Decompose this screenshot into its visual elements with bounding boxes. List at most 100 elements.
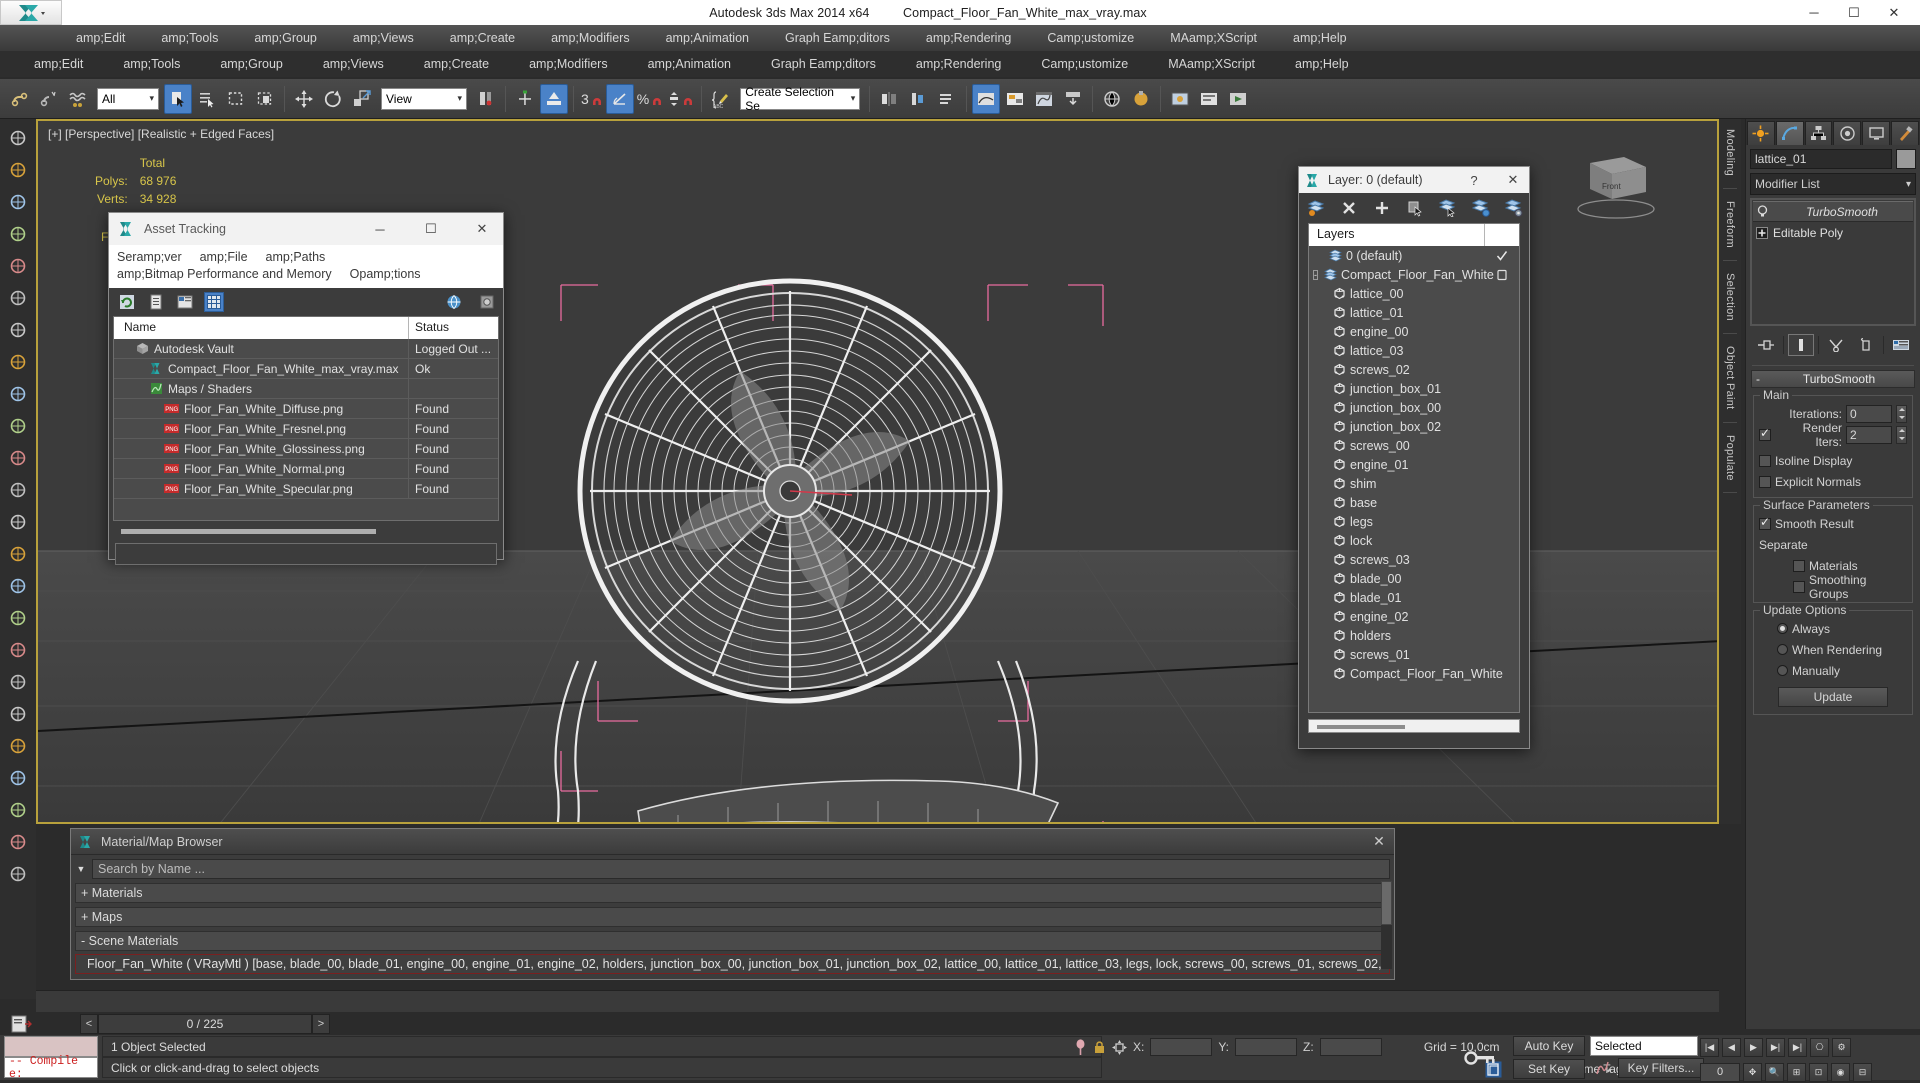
layer-table-row[interactable]: engine_02 — [1309, 607, 1519, 626]
menu-item-4[interactable]: amp;Create — [432, 31, 533, 45]
right-tab-selection[interactable]: Selection — [1724, 263, 1736, 331]
menu2-item-8[interactable]: amp;Rendering — [896, 57, 1021, 71]
asset-table-hscrollbar[interactable] — [115, 526, 497, 538]
asset-table-row[interactable]: PNG Floor_Fan_White_Fresnel.png Found — [114, 419, 498, 439]
layer-table-row[interactable]: lattice_01 — [1309, 303, 1519, 322]
highlight-layer-icon[interactable] — [1471, 198, 1491, 218]
modifier-stack[interactable]: TurboSmooth Editable Poly — [1750, 198, 1916, 326]
layer-dialog-close[interactable]: ✕ — [1497, 167, 1529, 193]
layer-table-row[interactable]: lattice_00 — [1309, 284, 1519, 303]
layer-dialog-titlebar[interactable]: Layer: 0 (default) ? ✕ — [1299, 167, 1529, 193]
use-pivot-center-icon[interactable] — [472, 84, 500, 114]
absolute-relative-transform-icon[interactable] — [1112, 1039, 1127, 1055]
right-tab-modeling[interactable]: Modeling — [1724, 119, 1736, 186]
scene-material-item[interactable]: Floor_Fan_White ( VRayMtl ) [base, blade… — [75, 954, 1390, 974]
light-icon[interactable] — [3, 347, 33, 377]
select-object-icon[interactable] — [3, 123, 33, 153]
maxscript-mini-listener[interactable]: -- Compile e: — [4, 1036, 98, 1081]
utilities-tab[interactable] — [1891, 121, 1919, 145]
stairs-icon[interactable] — [3, 635, 33, 665]
layer-table-row[interactable]: - Compact_Floor_Fan_White — [1309, 265, 1519, 284]
delete-layer-icon[interactable] — [1339, 198, 1359, 218]
smooth-result-checkbox[interactable] — [1759, 515, 1771, 530]
pin-stack-icon[interactable] — [1753, 334, 1779, 356]
select-object-icon[interactable] — [164, 83, 192, 114]
spacewarp-icon[interactable] — [3, 507, 33, 537]
time-slider[interactable]: < 0 / 225 > — [80, 1013, 330, 1035]
open-mini-curve-editor-icon[interactable] — [4, 1012, 40, 1036]
minimize-button[interactable]: ─ — [1794, 0, 1834, 25]
select-and-move-icon[interactable] — [290, 84, 318, 114]
asset-table-row[interactable]: PNG Floor_Fan_White_Normal.png Found — [114, 459, 498, 479]
compound-icon[interactable] — [3, 731, 33, 761]
material-browser-titlebar[interactable]: Material/Map Browser ✕ — [71, 829, 1394, 855]
expand-plus-icon[interactable] — [1756, 226, 1768, 239]
object-name-field[interactable]: lattice_01 — [1750, 149, 1892, 169]
globe-icon[interactable] — [444, 292, 464, 312]
right-tab-object-paint[interactable]: Object Paint — [1724, 336, 1736, 420]
align-icon[interactable] — [904, 84, 932, 114]
menu2-item-0[interactable]: amp;Edit — [14, 57, 103, 71]
menu2-item-3[interactable]: amp;Views — [303, 57, 404, 71]
menu-item-6[interactable]: amp;Animation — [648, 31, 767, 45]
filter-icon[interactable]: ▼ — [75, 864, 87, 874]
window-crossing-toggle-icon[interactable] — [251, 84, 279, 114]
asset-menu-menus_row1-2[interactable]: amp;Paths — [266, 249, 326, 266]
layer-table-row[interactable]: Compact_Floor_Fan_White — [1309, 664, 1519, 683]
render-production-icon[interactable] — [1127, 84, 1155, 114]
layer-table-row[interactable]: legs — [1309, 512, 1519, 531]
layer-table-row[interactable]: junction_box_02 — [1309, 417, 1519, 436]
particle-icon[interactable] — [3, 571, 33, 601]
isoline-display-checkbox[interactable] — [1759, 454, 1771, 467]
current-frame-display[interactable]: 0 / 225 — [98, 1014, 312, 1034]
y-field[interactable] — [1235, 1038, 1298, 1056]
select-and-scale-icon[interactable] — [348, 84, 376, 114]
search-input[interactable]: Search by Name ... — [92, 859, 1390, 879]
material-browser-close[interactable]: ✕ — [1364, 833, 1394, 850]
hierarchy-tab[interactable] — [1804, 121, 1833, 145]
update-manually-radio[interactable] — [1777, 665, 1788, 676]
menu2-item-4[interactable]: amp;Create — [404, 57, 509, 71]
render-iters-checkbox[interactable] — [1759, 426, 1771, 441]
render-in-viewport-icon[interactable] — [1098, 84, 1126, 114]
add-layer-icon[interactable] — [1372, 198, 1392, 218]
layer-table[interactable]: Layers 0 (default) - Compact_Floor_Fan_Whi… — [1308, 223, 1520, 713]
layer-table-row[interactable]: holders — [1309, 626, 1519, 645]
go-to-start-icon[interactable]: |◀ — [1700, 1037, 1719, 1057]
list-view-icon[interactable] — [146, 292, 166, 312]
key-mode-toggle-icon[interactable] — [1452, 1036, 1508, 1080]
show-end-result-icon[interactable] — [1787, 334, 1814, 356]
section-materials[interactable]: + Materials — [75, 883, 1390, 903]
vault-icon[interactable] — [477, 292, 497, 312]
update-when-rendering-radio[interactable] — [1777, 644, 1788, 655]
select-by-name-icon[interactable] — [193, 84, 221, 114]
asset-tracking-minimize[interactable]: ─ — [359, 213, 401, 245]
material-editor-icon[interactable] — [1030, 84, 1058, 114]
time-prev-button[interactable]: < — [80, 1014, 98, 1034]
render-preview-icon[interactable] — [1224, 84, 1252, 114]
expander-minus-icon[interactable]: - — [1313, 269, 1318, 280]
layer-settings-icon[interactable] — [1504, 198, 1524, 218]
layer-table-hscrollbar[interactable] — [1308, 719, 1520, 733]
render-setup-dialog-icon[interactable] — [1195, 84, 1223, 114]
menu-item-9[interactable]: Camp;ustomize — [1029, 31, 1152, 45]
lightbulb-icon[interactable] — [1756, 205, 1769, 218]
select-layer-objects-icon[interactable] — [1438, 198, 1458, 218]
menu-item-11[interactable]: amp;Help — [1275, 31, 1365, 45]
paint-select-icon[interactable] — [3, 187, 33, 217]
asset-table-row[interactable]: Compact_Floor_Fan_White_max_vray.max Ok — [114, 359, 498, 379]
layer-table-row[interactable]: blade_00 — [1309, 569, 1519, 588]
asset-table-row[interactable]: Maps / Shaders — [114, 379, 498, 399]
menu2-item-11[interactable]: amp;Help — [1275, 57, 1369, 71]
explicit-normals-checkbox[interactable] — [1759, 475, 1771, 488]
maximize-viewport-icon[interactable]: ⊟ — [1853, 1062, 1872, 1082]
asset-tracking-maximize[interactable]: ☐ — [410, 213, 452, 245]
menu-item-0[interactable]: amp;Edit — [58, 31, 143, 45]
target-camera-icon[interactable] — [3, 443, 33, 473]
details-view-icon[interactable] — [175, 292, 195, 312]
key-filters-button[interactable]: Key Filters... — [1618, 1058, 1704, 1078]
layer-manager-icon[interactable] — [933, 84, 961, 114]
z-field[interactable] — [1319, 1038, 1382, 1056]
key-mode-icon[interactable]: ⎔ — [1810, 1037, 1829, 1057]
display-tab[interactable] — [1862, 121, 1891, 145]
